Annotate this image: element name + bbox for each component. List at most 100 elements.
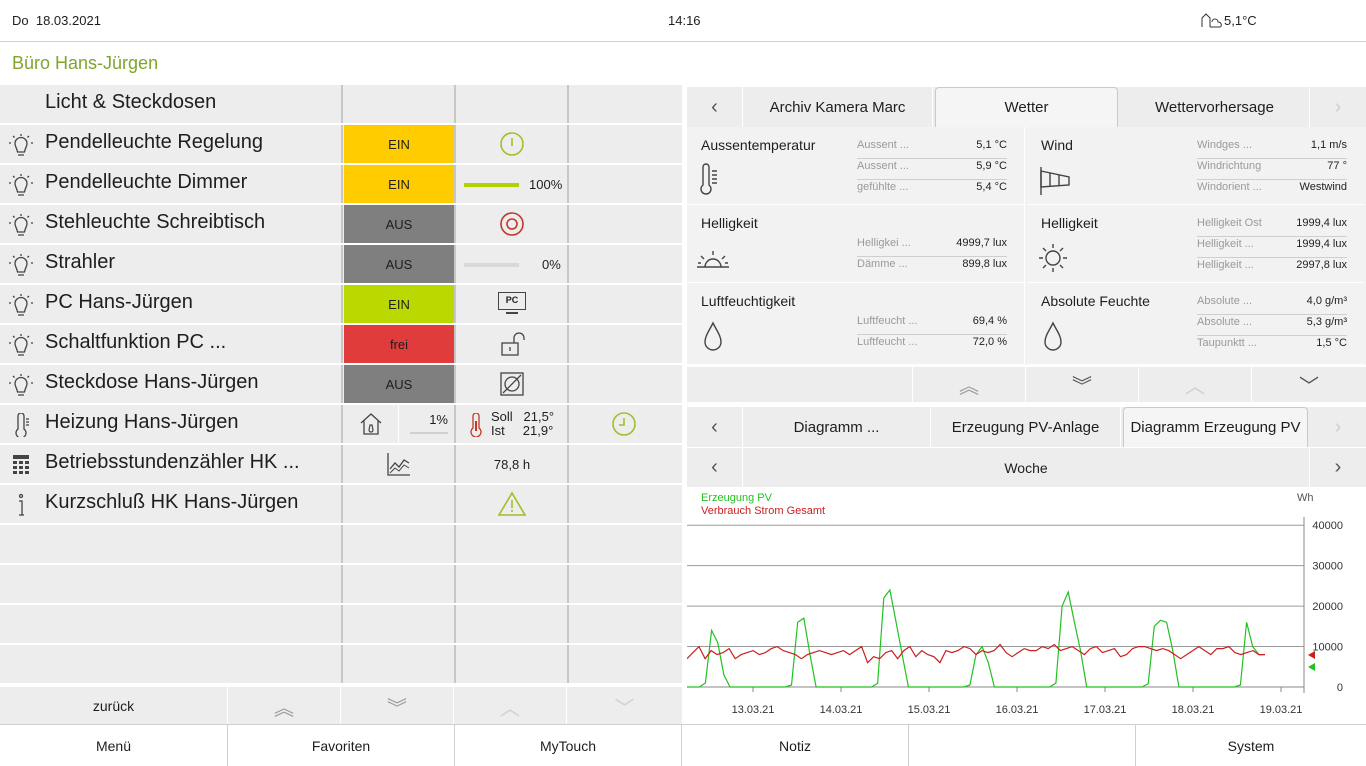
tab-wettervorhersage[interactable]: Wettervorhersage: [1120, 87, 1310, 127]
switch-button[interactable]: AUS: [344, 365, 454, 403]
value-row: Helligkeit Ost 1999,4 lux: [1197, 217, 1347, 237]
tab-archiv-kamera[interactable]: Archiv Kamera Marc: [743, 87, 933, 127]
power-toggle[interactable]: [456, 125, 568, 163]
pc-toggle[interactable]: PC: [456, 285, 568, 323]
switch-button[interactable]: EIN: [344, 125, 454, 163]
value-row: Helligkeit ... 2997,8 lux: [1197, 259, 1347, 271]
value-row: Helligkeit ... 1999,4 lux: [1197, 238, 1347, 258]
switch-button[interactable]: AUS: [344, 245, 454, 283]
x-tick-label: 13.03.21: [732, 704, 775, 716]
dimmer-value: 100%: [529, 177, 563, 192]
history-chart-button[interactable]: [344, 445, 454, 483]
tab-erzeugung-pv-anlage[interactable]: Erzeugung PV-Anlage: [931, 407, 1121, 447]
switch-button[interactable]: EIN: [344, 285, 454, 323]
dimmer-slider[interactable]: 0%: [456, 245, 568, 283]
device-row[interactable]: Kurzschluß HK Hans-Jürgen: [0, 485, 682, 525]
thermometer-red-icon: [470, 413, 482, 437]
dimmer-slider[interactable]: 100%: [456, 165, 568, 203]
value-row: Windrichtung 77 °: [1197, 160, 1347, 180]
device-row[interactable]: Stehleuchte Schreibtisch AUS: [0, 205, 682, 245]
page-up-button[interactable]: ︽: [913, 367, 1026, 402]
operating-hours: 78,8 h: [493, 456, 531, 472]
switch-button[interactable]: EIN: [344, 165, 454, 203]
droplet-icon: [704, 321, 722, 351]
page-up-button[interactable]: ︽: [228, 687, 341, 725]
weather-tile-aussentemperatur[interactable]: Aussentemperatur Aussent ... 5,1 °C Ausse…: [687, 127, 1025, 205]
period-prev-button[interactable]: ‹: [687, 448, 743, 487]
page-down-button[interactable]: ︾: [1026, 367, 1139, 402]
period-label: Woche: [743, 448, 1310, 487]
tab-diagramm[interactable]: Diagramm ...: [743, 407, 931, 447]
info-icon: [18, 493, 24, 516]
nav-favoriten[interactable]: Favoriten: [228, 725, 455, 766]
value-row: Aussent ... 5,1 °C: [857, 139, 1007, 159]
double-chevron-up-icon: ︽: [959, 376, 979, 398]
tile-title: Wind: [1041, 137, 1073, 153]
heating-mode-button[interactable]: [344, 405, 399, 443]
nav-system[interactable]: System: [1136, 725, 1366, 766]
device-label: Stehleuchte Schreibtisch: [45, 211, 266, 233]
device-row[interactable]: Heizung Hans-Jürgen 1% Soll 21,5° Ist 21…: [0, 405, 682, 445]
device-row[interactable]: Schaltfunktion PC ... frei: [0, 325, 682, 365]
valve-bar: [410, 432, 448, 434]
target-icon: [500, 212, 524, 236]
room-title: Büro Hans-Jürgen: [12, 53, 159, 73]
timer-button[interactable]: [569, 405, 679, 443]
dimmer-track[interactable]: [464, 183, 519, 187]
weather-tile-absolute-feuchte[interactable]: Absolute Feuchte Absolute ... 4,0 g/m³ Ab…: [1027, 283, 1365, 365]
device-row[interactable]: PC Hans-Jürgen EIN PC: [0, 285, 682, 325]
empty-row: [0, 565, 682, 605]
tab-next-button[interactable]: ›: [1310, 407, 1366, 447]
weather-tile-wind[interactable]: Wind Windges ... 1,1 m/s Windrichtung 77 °…: [1027, 127, 1365, 205]
nav-empty[interactable]: [909, 725, 1136, 766]
chevron-right-icon: ›: [1334, 415, 1342, 438]
bottom-navigation: Menü Favoriten MyTouch Notiz System: [0, 724, 1366, 766]
chevron-left-icon: ‹: [711, 95, 718, 118]
tab-diagramm-erzeugung-pv[interactable]: Diagramm Erzeugung PV: [1123, 407, 1308, 447]
temperature-readout[interactable]: Soll 21,5° Ist 21,9°: [456, 405, 568, 443]
nav-mytouch[interactable]: MyTouch: [455, 725, 682, 766]
y-tick-label: 0: [1337, 682, 1343, 694]
page-down-button[interactable]: ︾: [341, 687, 454, 725]
series-erzeugung-pv: [687, 588, 1265, 688]
tab-next-button[interactable]: ›: [1310, 87, 1366, 127]
back-button[interactable]: zurück: [0, 687, 228, 725]
weather-tile-helligkeit[interactable]: Helligkeit Helligkei ... 4999,7 lux Dämme…: [687, 205, 1025, 283]
socket-toggle[interactable]: [456, 365, 568, 403]
target-toggle[interactable]: [456, 205, 568, 243]
scroll-down-button[interactable]: ﹀: [567, 687, 682, 725]
value-row: Helligkei ... 4999,7 lux: [857, 237, 1007, 257]
scroll-down-button[interactable]: ﹀: [1252, 367, 1366, 402]
value-row: Absolute ... 5,3 g/m³: [1197, 316, 1347, 336]
empty-row: [0, 645, 682, 685]
lightbulb-icon: [9, 294, 33, 316]
device-row[interactable]: Betriebsstundenzähler HK ... 78,8 h: [0, 445, 682, 485]
nav-notiz[interactable]: Notiz: [682, 725, 909, 766]
device-row[interactable]: Pendelleuchte Dimmer EIN 100%: [0, 165, 682, 205]
lightbulb-icon: [9, 134, 33, 156]
lock-toggle[interactable]: [456, 325, 568, 363]
tile-title: Helligkeit: [701, 215, 758, 231]
value-row: Windges ... 1,1 m/s: [1197, 139, 1347, 159]
y-tick-label: 10000: [1312, 642, 1343, 654]
dimmer-track[interactable]: [464, 263, 519, 267]
scroll-up-button[interactable]: ︿: [454, 687, 567, 725]
weather-panel: Aussentemperatur Aussent ... 5,1 °C Ausse…: [687, 127, 1366, 365]
nav-menu[interactable]: Menü: [0, 725, 228, 766]
device-row[interactable]: Pendelleuchte Regelung EIN: [0, 125, 682, 165]
device-label: Pendelleuchte Dimmer: [45, 171, 248, 193]
tab-wetter[interactable]: Wetter: [935, 87, 1118, 127]
weather-tile-luftfeuchtigkeit[interactable]: Luftfeuchtigkeit Luftfeucht ... 69,4 % Lu…: [687, 283, 1025, 365]
device-row[interactable]: Strahler AUS 0%: [0, 245, 682, 285]
device-row[interactable]: Steckdose Hans-Jürgen AUS: [0, 365, 682, 405]
pc-icon: PC: [498, 292, 526, 316]
period-next-button[interactable]: ›: [1310, 448, 1366, 487]
lock-state-button[interactable]: frei: [344, 325, 454, 363]
x-tick-label: 17.03.21: [1084, 704, 1127, 716]
scroll-up-button[interactable]: ︿: [1139, 367, 1252, 402]
tab-prev-button[interactable]: ‹: [687, 407, 743, 447]
switch-button[interactable]: AUS: [344, 205, 454, 243]
weather-tile-helligkeit-2[interactable]: Helligkeit Helligkeit Ost 1999,4 lux Hell…: [1027, 205, 1365, 283]
date-display: Do 18.03.2021: [12, 13, 101, 28]
tab-prev-button[interactable]: ‹: [687, 87, 743, 127]
